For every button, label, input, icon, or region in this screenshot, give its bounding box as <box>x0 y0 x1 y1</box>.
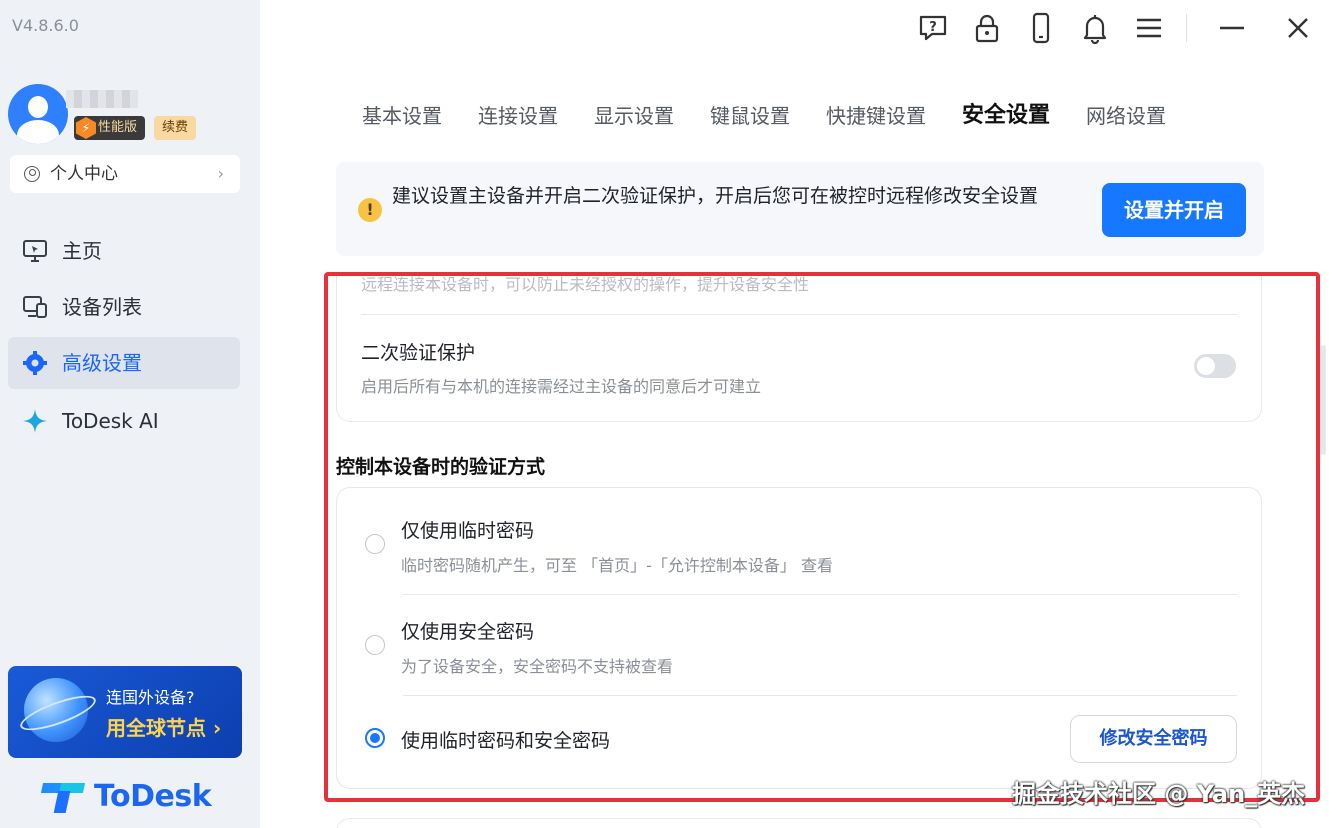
todesk-logo: ToDesk <box>40 778 212 814</box>
promo-line2: 用全球节点 › <box>106 716 222 740</box>
globe-icon <box>24 678 88 742</box>
option-title: 仅使用临时密码 <box>401 520 535 542</box>
tab-display[interactable]: 显示设置 <box>594 100 674 132</box>
bell-icon[interactable] <box>1079 12 1111 44</box>
divider <box>403 594 1237 595</box>
banner-text: 建议设置主设备并开启二次验证保护，开启后您可在被控时远程修改安全设置 <box>392 185 1039 207</box>
help-icon[interactable]: ? <box>917 12 949 44</box>
setup-and-enable-button[interactable]: 设置并开启 <box>1102 183 1246 237</box>
sidebar-item-label: ToDesk AI <box>62 409 159 433</box>
todesk-logo-mark <box>40 779 86 813</box>
two-factor-card: 远程连接本设备时，可以防止未经授权的操作，提升设备安全性 二次验证保护 启用后所… <box>336 272 1262 422</box>
devices-icon <box>23 296 47 318</box>
sidebar-item-todesk-ai[interactable]: ToDesk AI <box>8 395 240 447</box>
app-version: V4.8.6.0 <box>12 16 79 35</box>
user-circle-icon <box>24 166 40 182</box>
settings-tabs: 基本设置 连接设置 显示设置 键鼠设置 快捷键设置 安全设置 网络设置 <box>362 100 1202 132</box>
global-node-promo-banner[interactable]: 连国外设备? 用全球节点 › <box>8 666 242 758</box>
sidebar-item-label: 高级设置 <box>62 351 142 375</box>
option-title: 使用临时密码和安全密码 <box>401 730 611 752</box>
username-blurred <box>66 90 138 108</box>
monitor-icon <box>23 240 47 262</box>
sidebar-item-label: 设备列表 <box>62 295 142 319</box>
tab-connection[interactable]: 连接设置 <box>478 100 558 132</box>
two-factor-toggle[interactable] <box>1194 354 1236 378</box>
security-suggestion-banner: ! 建议设置主设备并开启二次验证保护，开启后您可在被控时远程修改安全设置 设置并… <box>336 162 1264 256</box>
promo-line1: 连国外设备? <box>106 688 195 707</box>
auth-method-card: 仅使用临时密码 临时密码随机产生，可至 「首页」-「允许控制本设备」 查看 仅使… <box>336 487 1262 789</box>
radio-temp-and-security-password[interactable] <box>365 728 385 748</box>
tab-basic[interactable]: 基本设置 <box>362 100 442 132</box>
personal-center-button[interactable]: 个人中心 › <box>10 155 240 193</box>
phone-icon[interactable] <box>1025 12 1057 44</box>
topbar-divider <box>1186 14 1187 42</box>
minimize-icon[interactable] <box>1216 12 1248 44</box>
sidebar-item-home[interactable]: 主页 <box>8 225 240 277</box>
option-desc: 为了设备安全，安全密码不支持被查看 <box>401 657 674 676</box>
sidebar-item-devices[interactable]: 设备列表 <box>8 281 240 333</box>
bolt-icon: ⚡ <box>76 117 96 139</box>
sidebar-item-label: 主页 <box>62 239 102 263</box>
divider <box>403 695 1237 696</box>
performance-badge-label: 性能版 <box>98 120 138 135</box>
personal-center-label: 个人中心 <box>50 164 118 184</box>
tab-keyboard-mouse[interactable]: 键鼠设置 <box>710 100 790 132</box>
option-desc: 临时密码随机产生，可至 「首页」-「允许控制本设备」 查看 <box>401 556 833 575</box>
tab-shortcuts[interactable]: 快捷键设置 <box>826 100 926 132</box>
sidebar-item-advanced-settings[interactable]: 高级设置 <box>8 337 240 389</box>
two-factor-title: 二次验证保护 <box>361 342 476 364</box>
option-title: 仅使用安全密码 <box>401 621 535 643</box>
next-card <box>336 818 1262 828</box>
sparkle-icon <box>23 409 47 433</box>
tab-network[interactable]: 网络设置 <box>1086 100 1166 132</box>
auth-section-title: 控制本设备时的验证方式 <box>336 456 546 478</box>
two-factor-desc: 启用后所有与本机的连接需经过主设备的同意后才可建立 <box>361 377 762 396</box>
lock-icon[interactable] <box>971 12 1003 44</box>
scrollbar[interactable] <box>1320 345 1326 455</box>
logo-text: ToDesk <box>94 778 212 814</box>
renew-button[interactable]: 续费 <box>154 116 197 140</box>
modify-security-password-button[interactable]: 修改安全密码 <box>1070 715 1237 763</box>
svg-text:?: ? <box>929 20 937 35</box>
avatar[interactable] <box>8 84 68 144</box>
warning-icon: ! <box>358 198 382 222</box>
radio-security-password-only[interactable] <box>365 635 385 655</box>
close-icon[interactable] <box>1282 12 1314 44</box>
tab-security[interactable]: 安全设置 <box>962 100 1050 132</box>
menu-icon[interactable] <box>1133 12 1165 44</box>
radio-temp-password-only[interactable] <box>365 534 385 554</box>
divider <box>361 314 1237 315</box>
watermark: 掘金技术社区 @ Yan_英杰 <box>1012 780 1306 808</box>
faded-scrolled-text: 远程连接本设备时，可以防止未经授权的操作，提升设备安全性 <box>361 276 810 294</box>
sidebar: V4.8.6.0 ⚡ 性能版 续费 个人中心 › 主页 设备列表 高级设置 To… <box>0 0 260 828</box>
chevron-right-icon: › <box>217 164 224 183</box>
gear-icon <box>23 351 47 375</box>
performance-badge: ⚡ 性能版 <box>74 116 146 140</box>
